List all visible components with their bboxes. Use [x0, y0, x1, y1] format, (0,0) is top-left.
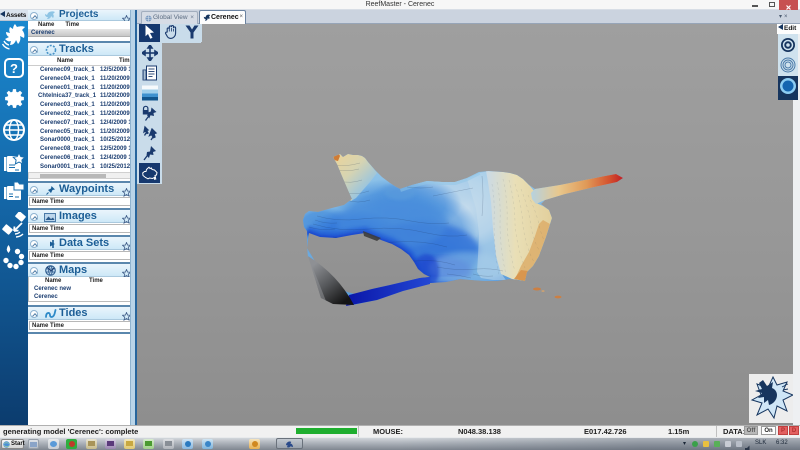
svg-text:?: ?: [10, 61, 18, 76]
